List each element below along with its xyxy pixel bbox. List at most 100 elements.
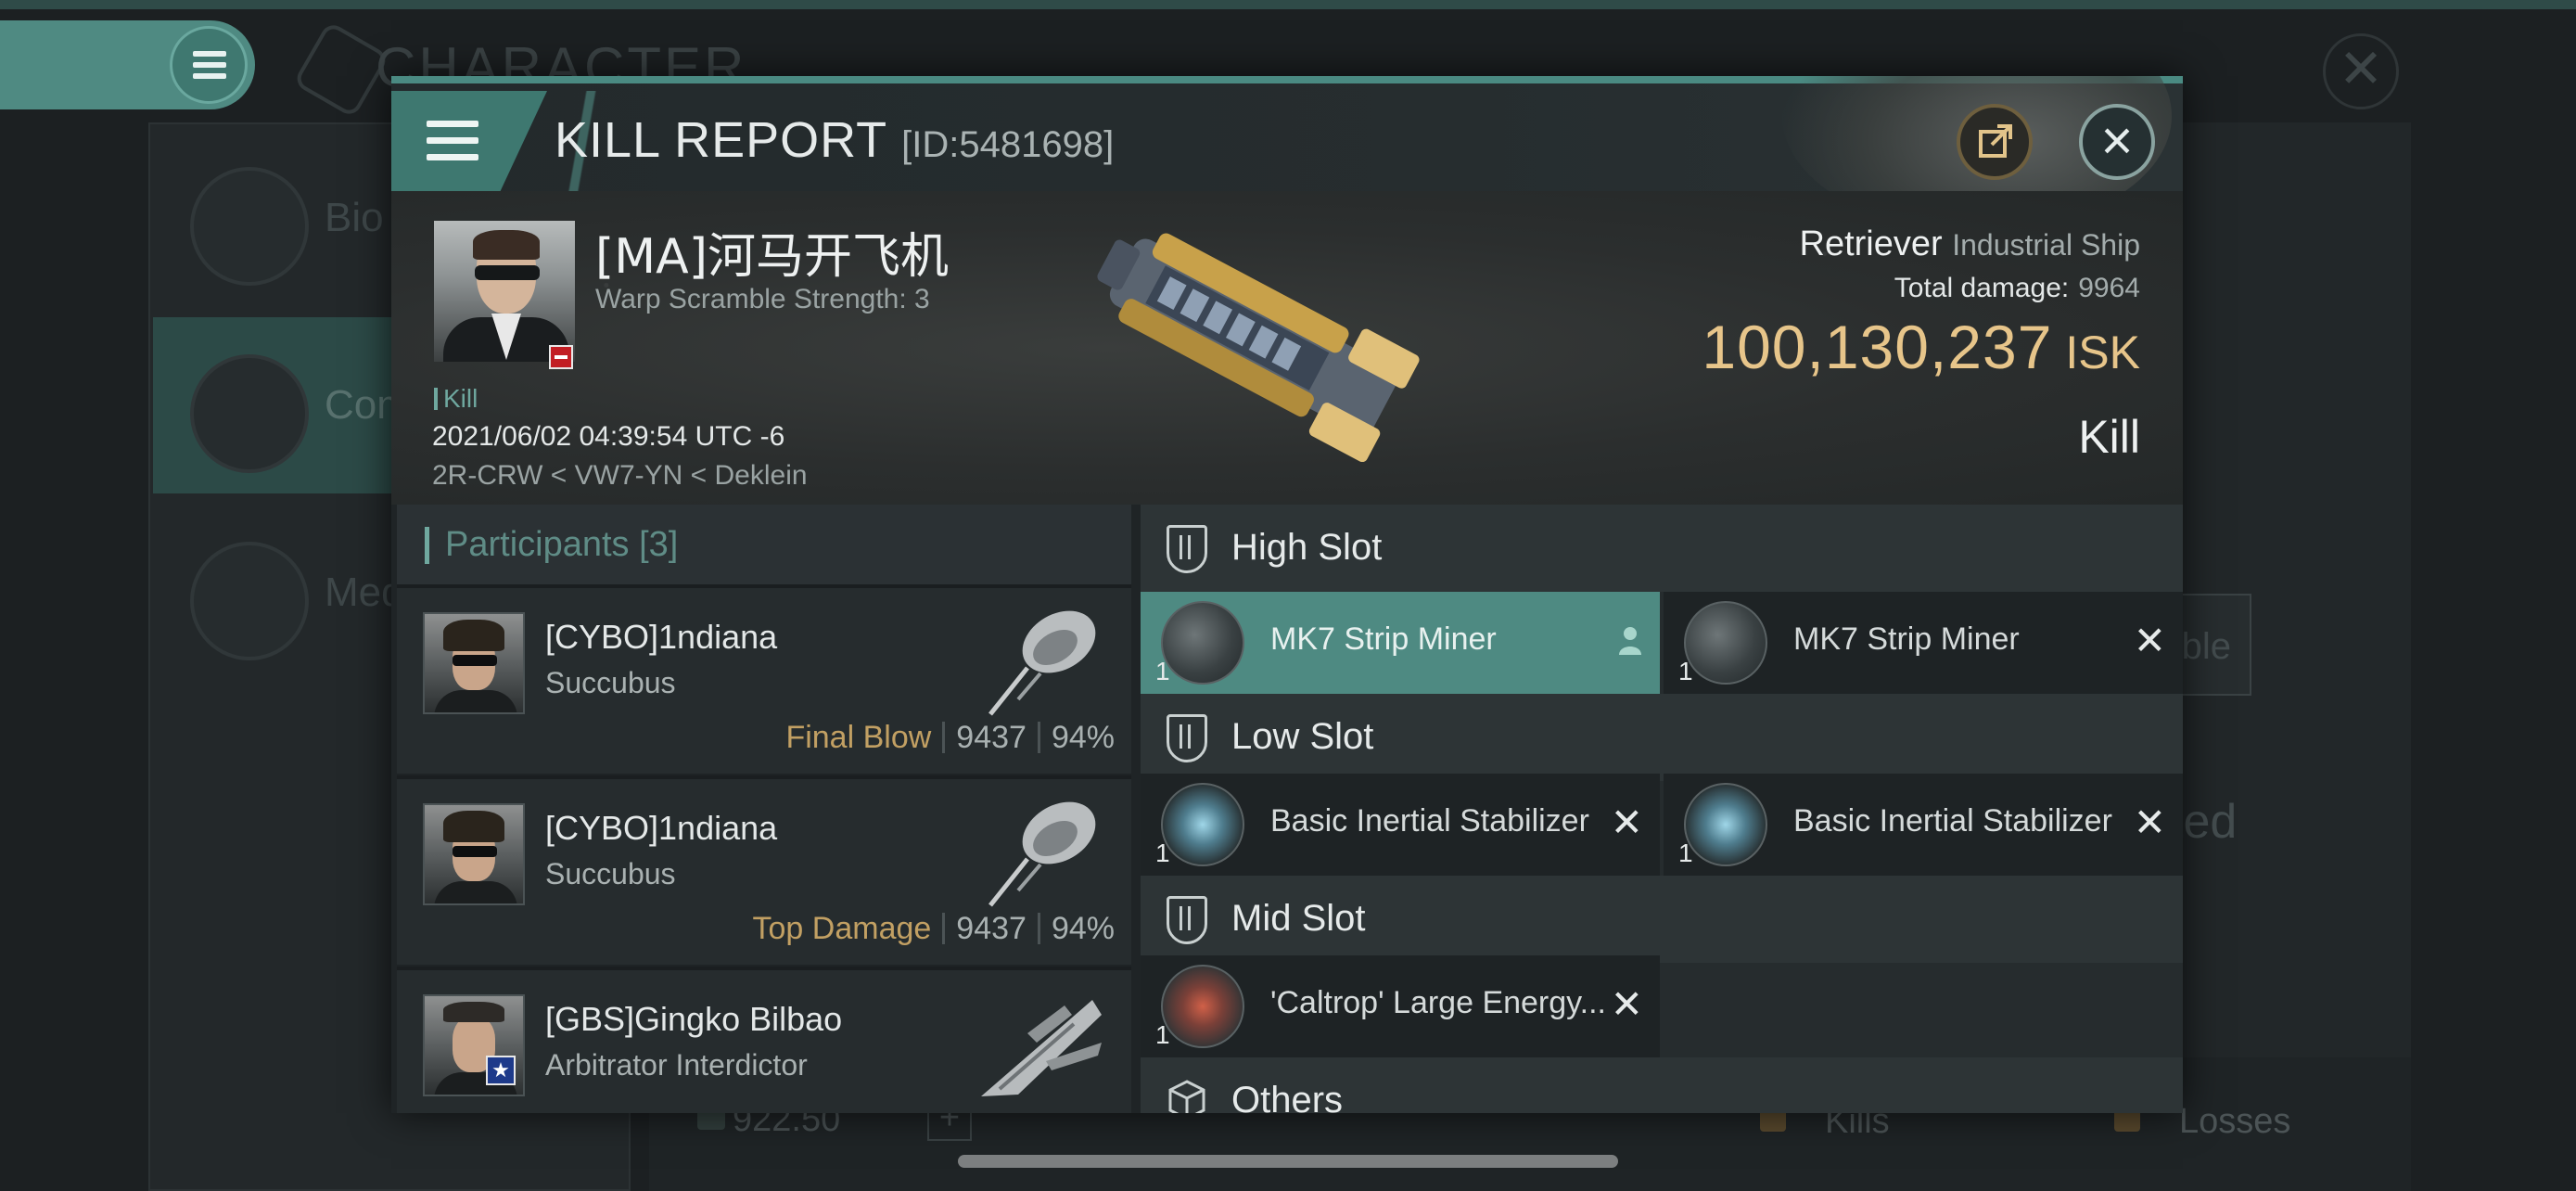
participant-percent: 94% (1051, 911, 1115, 946)
ship-name-line: Retriever Industrial Ship (1800, 224, 2141, 264)
participant-portrait[interactable] (423, 803, 525, 905)
slot-label: Others (1231, 1080, 1344, 1113)
low-slot-icon (1167, 714, 1207, 762)
slot-label: High Slot (1231, 527, 1383, 568)
remove-icon: ✕ (2133, 800, 2166, 844)
slot-label: Low Slot (1231, 716, 1374, 757)
participants-count: [3] (639, 525, 679, 564)
kill-timestamp: 2021/06/02 04:39:54 UTC -6 (432, 421, 785, 452)
participant-row[interactable]: [CYBO]1ndiana Succubus Top Damage 9437 94% (397, 775, 1131, 965)
cube-icon (1168, 1080, 1205, 1113)
participant-percent: 94% (1051, 720, 1115, 755)
losses-label: Losses (2179, 1102, 2291, 1141)
corp-standing-icon (549, 345, 573, 369)
others-header: Others (1141, 1057, 2183, 1113)
module-slot[interactable]: 1 Basic Inertial Stabilizer ✕ (1141, 774, 1660, 876)
participant-damage: 9437 (956, 720, 1027, 755)
module-name: Basic Inertial Stabilizer (1793, 803, 2112, 839)
module-quantity: 1 (1678, 657, 1693, 685)
modal-title-text: KILL REPORT (555, 112, 887, 168)
module-name: MK7 Strip Miner (1270, 621, 1497, 657)
participant-row[interactable]: ★ [GBS]Gingko Bilbao Arbitrator Interdic… (397, 967, 1131, 1113)
module-slot[interactable]: 1 Basic Inertial Stabilizer ✕ (1664, 774, 2183, 876)
arbitrator-ship-image (981, 1000, 1102, 1096)
menu-icon-line (427, 154, 478, 160)
module-slot[interactable]: 1 MK7 Strip Miner ✕ (1664, 592, 2183, 694)
module-quantity: 1 (1155, 657, 1170, 685)
section-marker (425, 527, 429, 564)
close-button[interactable]: × (2079, 104, 2155, 180)
menu-icon (170, 26, 248, 104)
energy-module-icon (1161, 965, 1244, 1048)
module-quantity: 1 (1155, 1020, 1170, 1049)
final-blow-tag: Final Blow (785, 720, 932, 755)
participant-stats: Top Damage 9437 94% (753, 911, 1115, 947)
star-icon (190, 542, 309, 660)
succubus-ship-image (988, 801, 1096, 907)
kill-result: Kill (2078, 411, 2140, 463)
top-status-line (0, 0, 2576, 9)
remove-icon: ✕ (1610, 800, 1643, 844)
background-close-icon[interactable]: ✕ (2323, 33, 2399, 109)
fitting-panel: High Slot 1 MK7 Strip Miner 1 MK7 Strip … (1141, 505, 2183, 1113)
participants-panel: Participants [3] [CYBO]1ndiana Succubus … (397, 505, 1131, 1113)
strip-miner-icon (1161, 601, 1244, 685)
module-name: MK7 Strip Miner (1793, 621, 2020, 657)
participant-damage: 9437 (956, 911, 1027, 946)
kill-summary: [MA]河马开飞机 Warp Scramble Strength: 3 Kill… (391, 191, 2183, 505)
bio-icon (190, 167, 309, 286)
module-name: 'Caltrop' Large Energy... (1270, 985, 1606, 1020)
high-slot-header: High Slot (1141, 505, 2183, 592)
low-slot-header: Low Slot (1141, 694, 2183, 781)
crossed-swords-icon (190, 354, 309, 473)
share-button[interactable] (1957, 104, 2033, 180)
isk-unit: ISK (2065, 327, 2140, 378)
remove-icon: ✕ (1610, 982, 1643, 1026)
share-icon (1979, 124, 2012, 158)
damage-value: 9964 (2078, 273, 2140, 303)
mid-slot-icon (1167, 896, 1207, 944)
participant-name: [CYBO]1ndiana (545, 809, 778, 847)
participant-ship: Succubus (545, 857, 676, 890)
participant-name: [GBS]Gingko Bilbao (545, 1000, 843, 1038)
star-icon: ★ (486, 1056, 516, 1085)
module-quantity: 1 (1155, 839, 1170, 867)
participant-row[interactable]: [CYBO]1ndiana Succubus Final Blow 9437 94% (397, 584, 1131, 774)
ship-name[interactable]: Retriever (1800, 224, 1943, 263)
top-damage-tag: Top Damage (752, 911, 932, 946)
kill-tag: Kill (434, 384, 478, 414)
victim-portrait[interactable] (434, 221, 575, 362)
user-icon (1619, 627, 1641, 655)
succubus-ship-image (988, 610, 1096, 716)
modal-title: KILL REPORT [ID:5481698] (555, 111, 1114, 169)
menu-icon (427, 121, 478, 127)
kill-location[interactable]: 2R-CRW < VW7-YN < Deklein (432, 460, 808, 492)
victim-name[interactable]: [MA]河马开飞机 (595, 217, 949, 287)
menu-icon-line (427, 137, 478, 144)
participants-label: Participants (445, 525, 630, 564)
kill-report-modal: KILL REPORT [ID:5481698] × [MA]河马开飞机 War… (391, 76, 2183, 1113)
total-damage: Total damage: 9964 (1894, 273, 2140, 304)
participant-ship: Succubus (545, 666, 676, 699)
inertial-stabilizer-icon (1684, 783, 1767, 866)
mid-slot-header: Mid Slot (1141, 876, 2183, 963)
isk-value: 100,130,237 ISK (1702, 312, 2140, 382)
participant-portrait[interactable] (423, 612, 525, 714)
high-slot-icon (1167, 525, 1207, 573)
ship-class: Industrial Ship (1952, 228, 2140, 262)
module-name: Basic Inertial Stabilizer (1270, 803, 1589, 839)
home-indicator[interactable] (958, 1155, 1618, 1168)
participants-title: Participants [3] (445, 525, 678, 565)
module-slot[interactable]: 1 'Caltrop' Large Energy... ✕ (1141, 955, 1660, 1057)
kill-report-id: [ID:5481698] (901, 124, 1115, 165)
warp-scramble-strength: Warp Scramble Strength: 3 (595, 284, 930, 314)
background-menu-button[interactable] (0, 20, 255, 109)
modal-header: KILL REPORT [ID:5481698] × (391, 76, 2183, 232)
retriever-ship-image (1097, 233, 1420, 462)
module-quantity: 1 (1678, 839, 1693, 867)
close-icon: × (2100, 109, 2134, 172)
sidebar-item-label: Bio (325, 195, 384, 240)
remove-icon: ✕ (2133, 619, 2166, 662)
module-slot[interactable]: 1 MK7 Strip Miner (1141, 592, 1660, 694)
participant-stats: Final Blow 9437 94% (785, 720, 1115, 756)
